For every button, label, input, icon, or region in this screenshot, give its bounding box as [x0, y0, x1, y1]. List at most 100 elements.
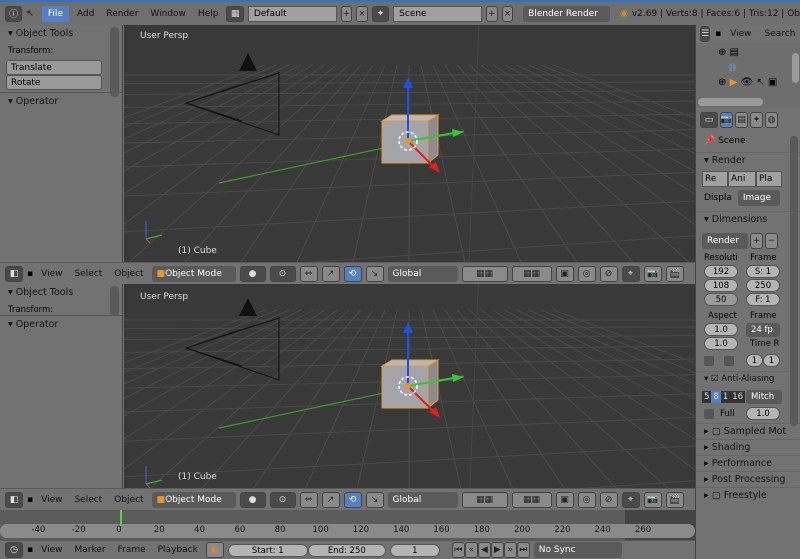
play-reverse-icon[interactable]: ◀ — [477, 542, 491, 558]
preview-range-icon[interactable]: ◐ — [205, 542, 224, 558]
proportional-edit-icon[interactable]: ◎ — [577, 265, 596, 282]
frame-start-field[interactable]: S: 1 — [746, 265, 780, 278]
jump-keyframe-forward-icon[interactable]: » — [503, 542, 517, 558]
resolution-x-field[interactable]: 192 — [704, 265, 738, 278]
sampled-motion-blur-panel[interactable]: ▸ ▢ Sampled Mot — [696, 423, 800, 439]
editor-type-properties-icon[interactable]: ▭ — [700, 112, 718, 128]
add-scene-icon[interactable]: + — [485, 5, 498, 22]
pin-icon[interactable]: 📌 — [704, 136, 715, 146]
add-preset-icon[interactable]: + — [750, 233, 763, 249]
time-remap-new-field[interactable]: 1 — [763, 354, 780, 367]
operator-panel[interactable]: ▾ Operator — [0, 315, 122, 333]
crop-checkbox[interactable] — [724, 356, 734, 366]
current-frame-indicator[interactable] — [120, 510, 122, 526]
remove-screen-icon[interactable]: × — [356, 5, 368, 22]
scene-field[interactable]: Scene — [393, 5, 482, 22]
menu-file[interactable]: File — [41, 5, 69, 22]
render-anim-icon[interactable]: 🎬 — [665, 491, 684, 508]
viewport-3d-top[interactable]: User Persp (1) Cube — [124, 25, 695, 262]
resolution-y-field[interactable]: 108 — [704, 279, 738, 292]
render-animation-button[interactable]: Ani — [728, 171, 756, 187]
add-screen-icon[interactable]: + — [340, 5, 353, 22]
render-anim-icon[interactable]: 🎬 — [665, 265, 684, 282]
outliner-tree[interactable]: ⊕ ▤ ◍ ⊕ ▶ 👁 ↖ ▣ — [718, 45, 777, 90]
snap-element-icon[interactable]: ⌖ — [621, 491, 640, 508]
camera-object-row[interactable]: ⊕ ▶ 👁 ↖ ▣ — [718, 75, 777, 90]
outliner-v-scrollbar[interactable] — [792, 53, 799, 83]
snap-toggle-icon[interactable]: ⊘ — [599, 265, 618, 282]
editor-type-3d-icon[interactable]: ◧ — [5, 265, 23, 282]
rotate-button[interactable]: Rotate — [6, 75, 102, 90]
mode-select[interactable]: ■ Object Mode — [151, 265, 236, 282]
time-remap-old-field[interactable]: 1 — [746, 354, 763, 367]
menu-marker[interactable]: Marker — [70, 545, 109, 555]
translate-manipulator-icon[interactable]: ↗ — [321, 265, 340, 282]
frame-end-field[interactable]: 250 — [746, 279, 780, 292]
full-sample-checkbox[interactable] — [704, 409, 714, 419]
editor-type-timeline-icon[interactable]: ◷ — [5, 542, 23, 558]
shading-panel[interactable]: ▸ Shading — [696, 439, 800, 455]
jump-keyframe-back-icon[interactable]: « — [464, 542, 478, 558]
lock-layers-icon[interactable]: ▣ — [555, 265, 574, 282]
snap-element-icon[interactable]: ⌖ — [621, 265, 640, 282]
menu-object[interactable]: Object — [110, 269, 147, 279]
outliner-h-scrollbar[interactable] — [698, 98, 763, 106]
snap-toggle-icon[interactable]: ⊘ — [599, 491, 618, 508]
shelf-scrollbar[interactable] — [110, 286, 119, 316]
rotate-manipulator-icon[interactable]: ⟲ — [343, 491, 362, 508]
render-still-icon[interactable]: 📷 — [643, 265, 662, 282]
rotate-manipulator-icon[interactable]: ⟲ — [343, 265, 362, 282]
menu-frame[interactable]: Frame — [114, 545, 150, 555]
world-tab-icon[interactable]: ◍ — [765, 112, 778, 128]
properties-scrollbar[interactable] — [790, 136, 798, 426]
menu-help[interactable]: Help — [194, 9, 223, 19]
editor-type-info-icon[interactable]: ⓘ — [5, 5, 23, 22]
render-engine-select[interactable]: Blender Render — [523, 5, 610, 22]
menu-playback[interactable]: Playback — [154, 545, 202, 555]
jump-end-icon[interactable]: ⏭ — [516, 542, 530, 558]
menu-view[interactable]: View — [37, 269, 66, 279]
pivot-select-icon[interactable]: ⊙ — [269, 491, 296, 508]
anti-aliasing-panel-header[interactable]: ▾ ☑ Anti-Aliasing — [696, 371, 788, 386]
world-icon[interactable]: ◍ — [718, 60, 777, 75]
play-icon[interactable]: ▶ — [490, 542, 504, 558]
screen-layout-icon[interactable]: ▦ — [226, 5, 244, 22]
current-frame-field[interactable]: 1 — [389, 543, 440, 557]
layers-grid-2[interactable]: ▦▦ — [511, 265, 552, 282]
layers-grid-1[interactable]: ▦▦ — [461, 265, 508, 282]
jump-start-icon[interactable]: ⏮ — [451, 542, 465, 558]
dimensions-panel-header[interactable]: ▾ Dimensions — [696, 211, 800, 227]
shading-select-icon[interactable]: ● — [239, 265, 266, 282]
manipulator-toggle-icon[interactable]: ⇔ — [299, 265, 318, 282]
display-select[interactable]: Image — [737, 190, 780, 206]
render-still-icon[interactable]: 📷 — [643, 491, 662, 508]
menu-add[interactable]: Add — [73, 9, 98, 19]
menu-object[interactable]: Object — [110, 495, 147, 505]
menu-view[interactable]: View — [726, 29, 755, 39]
timeline-ruler[interactable]: -40 -20 0 20 40 60 80 100 120 140 160 180 200 220 240 2… — [0, 524, 695, 538]
aa-checkbox-icon[interactable]: ☑ — [711, 374, 719, 384]
start-frame-field[interactable]: Start: 1 — [227, 543, 308, 557]
aspect-x-field[interactable]: 1.0 — [704, 323, 738, 336]
border-checkbox[interactable] — [704, 356, 714, 366]
scale-manipulator-icon[interactable]: ↘ — [365, 491, 384, 508]
object-tools-panel[interactable]: ▾ Object Tools — [0, 284, 122, 301]
aa-sample-16[interactable]: 16 — [730, 391, 745, 403]
proportional-edit-icon[interactable]: ◎ — [577, 491, 596, 508]
remove-scene-icon[interactable]: × — [501, 5, 514, 22]
orientation-select[interactable]: Global — [387, 265, 458, 282]
operator-panel[interactable]: ▾ Operator — [0, 92, 122, 110]
aa-filter-size-field[interactable]: 1.0 — [746, 407, 780, 420]
aspect-y-field[interactable]: 1.0 — [704, 337, 738, 350]
post-processing-panel[interactable]: ▸ Post Processing — [696, 471, 800, 487]
render-panel-header[interactable]: ▾ Render — [696, 152, 800, 168]
translate-button[interactable]: Translate — [6, 60, 102, 75]
menu-window[interactable]: Window — [146, 9, 190, 19]
render-image-button[interactable]: Re — [702, 171, 728, 187]
menu-render[interactable]: Render — [102, 9, 142, 19]
fps-select[interactable]: 24 fp — [746, 323, 780, 337]
aa-filter-select[interactable]: Mitch — [746, 390, 782, 404]
aa-sample-5[interactable]: 5 — [702, 391, 711, 403]
timeline-area[interactable]: -40 -20 0 20 40 60 80 100 120 140 160 180 200 220 240 2… — [0, 510, 695, 540]
editor-type-3d-icon[interactable]: ◧ — [5, 491, 23, 508]
